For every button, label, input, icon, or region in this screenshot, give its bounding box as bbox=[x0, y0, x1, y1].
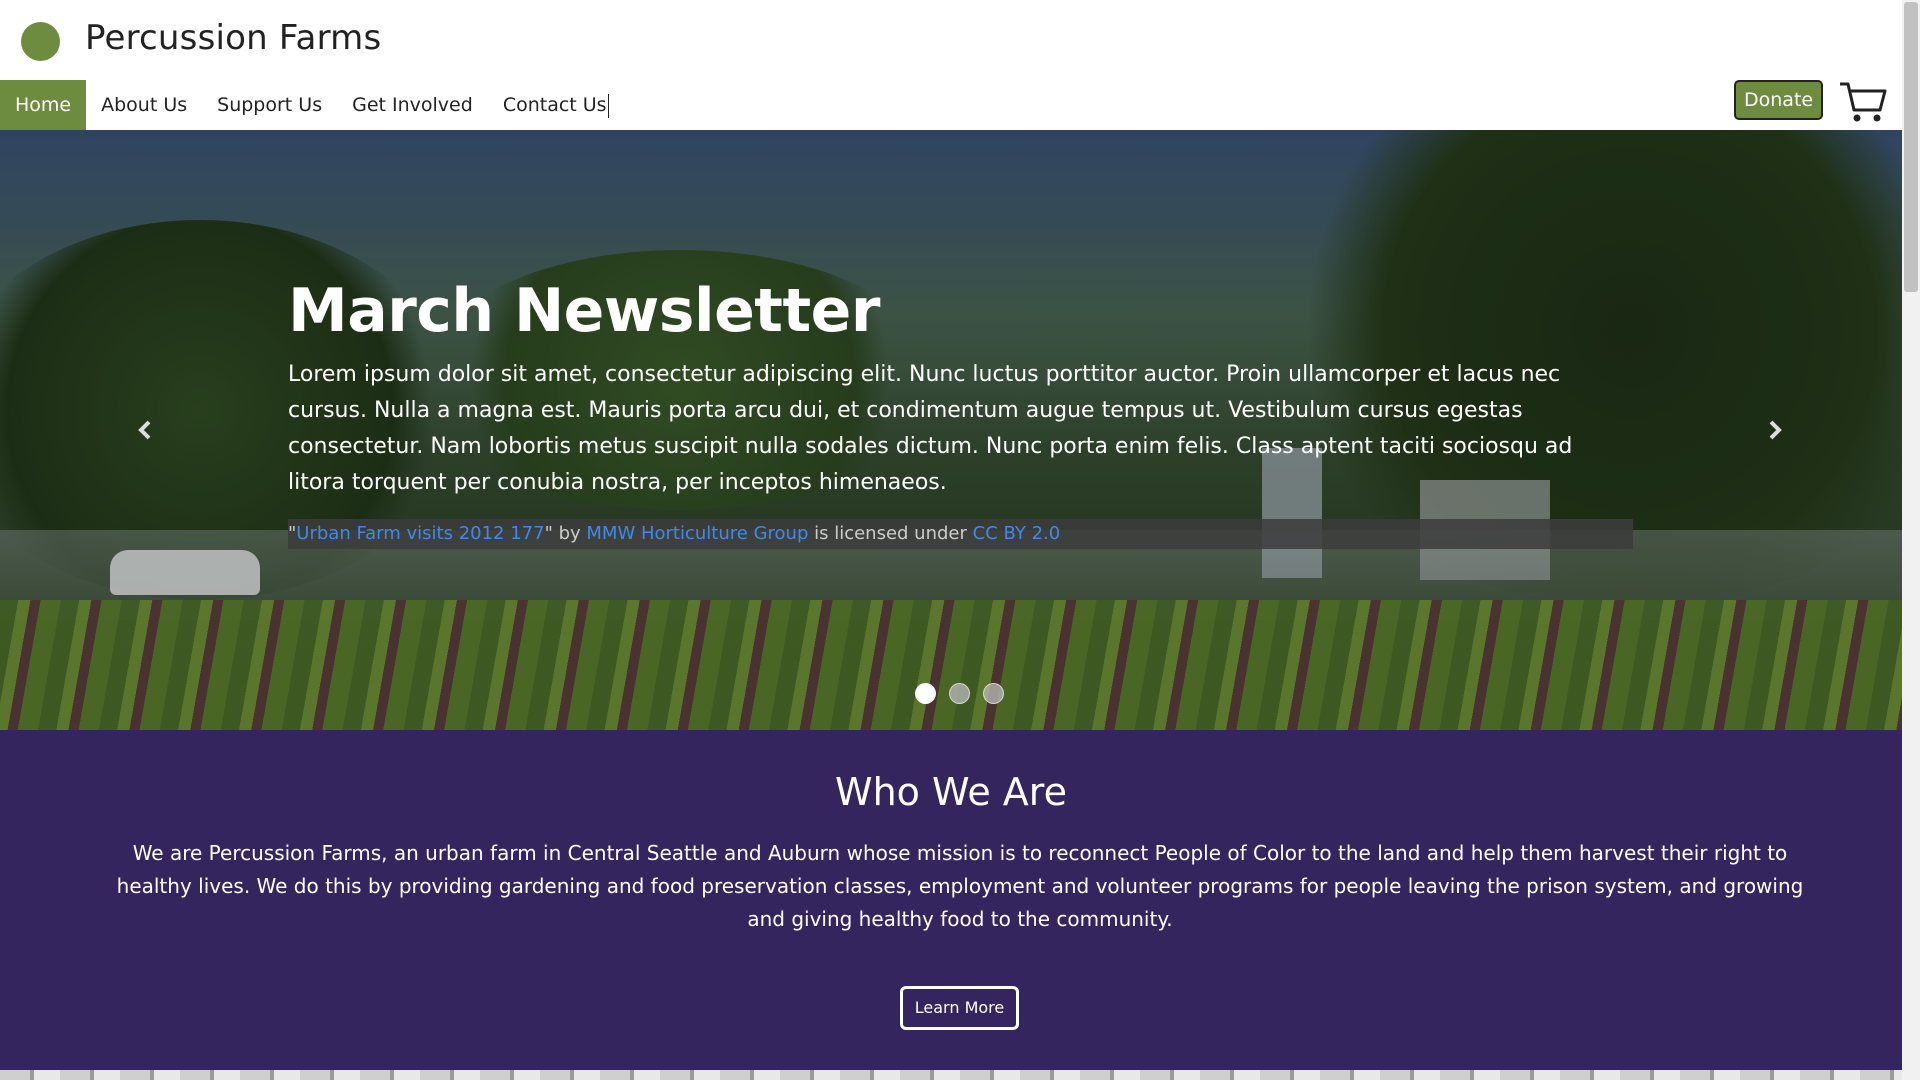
carousel-dot-3[interactable] bbox=[983, 683, 1004, 704]
hero-text: Lorem ipsum dolor sit amet, consectetur … bbox=[288, 362, 1573, 495]
scrollbar-thumb[interactable] bbox=[1904, 2, 1918, 292]
carousel-dot-2[interactable] bbox=[949, 683, 970, 704]
nav-item-about-us[interactable]: About Us bbox=[86, 80, 202, 130]
chevron-right-icon[interactable] bbox=[1760, 415, 1790, 445]
credit-licensed: is licensed under bbox=[808, 523, 973, 544]
site-title[interactable]: Percussion Farms bbox=[85, 18, 381, 58]
site-header: Percussion Farms Home About Us Support U… bbox=[0, 0, 1902, 130]
cart-icon[interactable] bbox=[1838, 78, 1888, 124]
section-title: Who We Are bbox=[835, 770, 1067, 814]
section-text: We are Percussion Farms, an urban farm i… bbox=[116, 841, 1804, 931]
carousel-dot-1[interactable] bbox=[915, 683, 936, 704]
main-nav: Home About Us Support Us Get Involved Co… bbox=[0, 80, 624, 130]
learn-more-button[interactable]: Learn More bbox=[900, 986, 1019, 1030]
logo-icon[interactable] bbox=[21, 22, 60, 61]
credit-license-link[interactable]: CC BY 2.0 bbox=[973, 523, 1061, 544]
nav-item-support-us[interactable]: Support Us bbox=[202, 80, 337, 130]
hero-title: March Newsletter bbox=[288, 276, 880, 346]
nav-item-home[interactable]: Home bbox=[0, 80, 87, 130]
text-cursor bbox=[607, 93, 609, 118]
credit-work-link[interactable]: Urban Farm visits 2012 177 bbox=[296, 523, 544, 544]
credit-by: " by bbox=[544, 523, 587, 544]
hero-caption: March Newsletter Lorem ipsum dolor sit a… bbox=[288, 275, 1633, 549]
chevron-left-icon[interactable] bbox=[130, 415, 160, 445]
image-credit: "Urban Farm visits 2012 177" by MMW Hort… bbox=[288, 519, 1633, 549]
nav-item-get-involved[interactable]: Get Involved bbox=[337, 80, 488, 130]
hero-carousel: March Newsletter Lorem ipsum dolor sit a… bbox=[0, 130, 1902, 730]
carousel-indicators bbox=[915, 683, 1004, 704]
who-we-are-section: Who We Are We are Percussion Farms, an u… bbox=[0, 730, 1902, 1070]
next-section-preview bbox=[0, 1070, 1902, 1080]
page-scrollbar[interactable] bbox=[1902, 0, 1920, 1080]
nav-item-contact-us[interactable]: Contact Us bbox=[488, 80, 624, 130]
nav-item-contact-us-label: Contact Us bbox=[502, 94, 607, 116]
donate-button[interactable]: Donate bbox=[1734, 80, 1824, 120]
credit-author-link[interactable]: MMW Horticulture Group bbox=[586, 523, 808, 544]
